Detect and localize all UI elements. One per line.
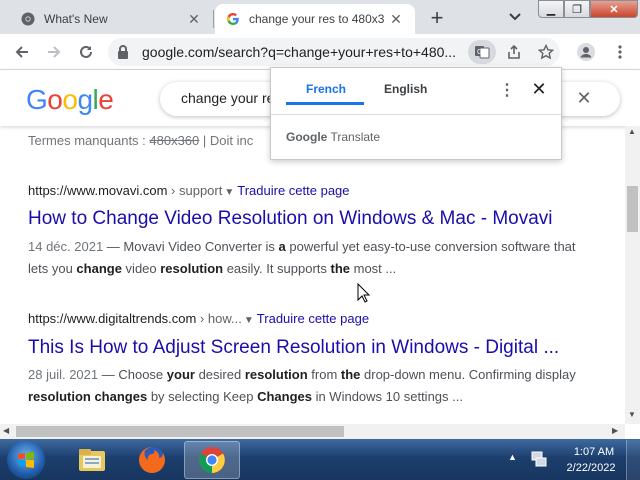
result-snippet: 28 juil. 2021 — Choose your desired reso…: [28, 367, 576, 382]
tab-title: What's New: [44, 12, 108, 26]
new-tab-button[interactable]: +: [424, 5, 450, 31]
taskbar-chrome[interactable]: [184, 441, 240, 479]
back-arrow-icon[interactable]: [10, 40, 34, 64]
mouse-cursor-icon: [357, 282, 371, 303]
translate-page-link[interactable]: Traduire cette page: [257, 311, 369, 326]
result-cite[interactable]: https://www.movavi.com › support ▼ Traduir…: [28, 183, 350, 198]
translate-page-link[interactable]: Traduire cette page: [237, 183, 349, 198]
lock-icon[interactable]: [116, 44, 132, 60]
active-tab-indicator: [286, 102, 364, 105]
minimize-button[interactable]: ▁: [538, 0, 564, 18]
vertical-scrollbar[interactable]: [625, 126, 640, 424]
clock-date[interactable]: 2/22/2022: [560, 462, 622, 474]
forward-arrow-icon[interactable]: [42, 40, 66, 64]
show-desktop-button[interactable]: [626, 440, 640, 480]
close-tab-icon[interactable]: ✕: [387, 10, 405, 28]
missing-terms: Termes manquants : 480x360 | Doit inc: [28, 133, 254, 148]
tab-title: change your res to 480x3: [249, 12, 385, 26]
tray-expand-icon[interactable]: ▲: [508, 452, 522, 466]
taskbar-firefox[interactable]: [126, 441, 178, 479]
tab-search-chevron-icon[interactable]: [504, 6, 526, 28]
clock-time[interactable]: 1:07 AM: [566, 446, 622, 458]
dropdown-arrow-icon[interactable]: ▼: [244, 315, 254, 326]
url-text[interactable]: google.com/search?q=change+your+res+to+4…: [142, 44, 462, 62]
divider: [271, 114, 561, 115]
scroll-up-arrow-icon[interactable]: ▲: [628, 127, 636, 136]
more-options-icon[interactable]: ⋮: [499, 82, 515, 99]
translate-icon[interactable]: G: [468, 40, 496, 64]
clear-search-icon[interactable]: ✕: [574, 88, 594, 108]
profile-avatar-icon[interactable]: [574, 40, 598, 64]
tab-google-search[interactable]: change your res to 480x3 ✕: [215, 4, 415, 34]
windows-explorer-icon: [79, 449, 105, 471]
firefox-icon: [139, 447, 165, 473]
svg-text:G: G: [477, 49, 482, 56]
tab-french[interactable]: French: [306, 82, 346, 96]
scroll-left-arrow-icon[interactable]: ◀: [3, 426, 9, 435]
vertical-scroll-thumb[interactable]: [627, 186, 638, 232]
maximize-button[interactable]: ❐: [564, 0, 590, 18]
google-logo[interactable]: Google: [26, 84, 114, 116]
network-icon[interactable]: [530, 450, 548, 468]
result-snippet: 14 déc. 2021 — Movavi Video Converter is…: [28, 239, 576, 254]
close-icon[interactable]: ✕: [530, 79, 548, 99]
scroll-right-arrow-icon[interactable]: ▶: [612, 426, 618, 435]
result-title-link[interactable]: How to Change Video Resolution on Window…: [28, 208, 553, 230]
result-snippet: lets you change video resolution easily.…: [28, 261, 397, 276]
reload-icon[interactable]: [74, 40, 98, 64]
bookmark-star-icon[interactable]: [534, 40, 558, 64]
google-g-icon: [225, 11, 241, 27]
scroll-down-arrow-icon[interactable]: ▼: [628, 410, 636, 419]
dropdown-arrow-icon[interactable]: ▼: [224, 187, 234, 198]
tab-whats-new[interactable]: What's New ✕: [8, 4, 213, 34]
result-snippet: resolution changes by selecting Keep Cha…: [28, 389, 463, 404]
horizontal-scroll-thumb[interactable]: [16, 426, 344, 437]
google-translate-brand: Google Translate: [286, 130, 381, 144]
chrome-icon: [20, 11, 36, 27]
start-button[interactable]: [7, 441, 45, 479]
close-window-button[interactable]: ✕: [590, 0, 638, 18]
taskbar-explorer[interactable]: [66, 441, 118, 479]
windows-logo-icon: [18, 452, 34, 468]
result-title-link[interactable]: This Is How to Adjust Screen Resolution …: [28, 337, 559, 359]
chrome-icon: [199, 447, 225, 473]
tab-separator: [213, 10, 214, 28]
tab-english[interactable]: English: [384, 82, 427, 96]
menu-dots-icon[interactable]: [608, 40, 632, 64]
close-tab-icon[interactable]: ✕: [185, 10, 203, 28]
window-controls: ▁ ❐ ✕: [538, 0, 640, 20]
share-icon[interactable]: [502, 40, 526, 64]
result-cite[interactable]: https://www.digitaltrends.com › how... ▼ T…: [28, 311, 369, 326]
search-query-input[interactable]: change your re: [181, 90, 274, 106]
